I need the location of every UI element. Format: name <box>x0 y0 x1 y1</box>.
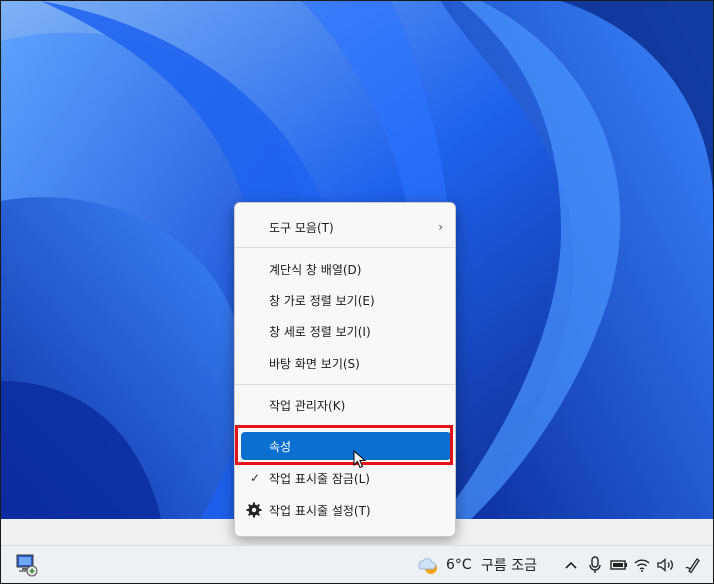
menu-item-cascade-windows[interactable]: 계단식 창 배열(D) <box>241 255 451 283</box>
gear-icon <box>246 502 262 518</box>
menu-item-label: 작업 표시줄 잠금(L) <box>269 471 370 486</box>
menu-item-label: 창 가로 정렬 보기(E) <box>269 293 375 308</box>
menu-item-label: 작업 관리자(K) <box>269 398 346 413</box>
menu-item-label: 작업 표시줄 설정(T) <box>269 503 371 518</box>
taskbar-context-menu: 도구 모음(T) › 계단식 창 배열(D) 창 가로 정렬 보기(E) 창 세… <box>234 202 456 537</box>
weather-partly-cloudy-icon[interactable] <box>413 546 443 583</box>
weather-temperature[interactable]: 6°C <box>446 546 476 583</box>
menu-item-label: 창 세로 정렬 보기(I) <box>269 324 371 339</box>
mouse-cursor-icon <box>353 450 367 469</box>
menu-item-label: 계단식 창 배열(D) <box>269 262 362 277</box>
pen-icon[interactable] <box>683 546 703 583</box>
battery-icon[interactable] <box>609 546 629 583</box>
menu-item-show-desktop[interactable]: 바탕 화면 보기(S) <box>241 349 451 377</box>
annotation-highlight-box <box>235 425 453 465</box>
menu-separator <box>235 384 455 385</box>
weather-description[interactable]: 구름 조금 <box>481 546 541 583</box>
taskbar[interactable]: 6°C 구름 조금 <box>1 545 713 583</box>
menu-item-show-stacked[interactable]: 창 가로 정렬 보기(E) <box>241 286 451 314</box>
menu-separator <box>235 247 455 248</box>
menu-item-taskbar-settings[interactable]: 작업 표시줄 설정(T) <box>241 496 451 524</box>
menu-item-label: 바탕 화면 보기(S) <box>269 356 360 371</box>
speaker-icon[interactable] <box>656 546 676 583</box>
network-computer-icon[interactable] <box>11 546 41 583</box>
menu-item-task-manager[interactable]: 작업 관리자(K) <box>241 391 451 419</box>
chevron-right-icon: › <box>438 220 443 234</box>
menu-item-toolbars[interactable]: 도구 모음(T) › <box>241 213 451 241</box>
menu-item-lock-taskbar[interactable]: ✓ 작업 표시줄 잠금(L) <box>241 464 451 492</box>
menu-item-label: 도구 모음(T) <box>269 220 334 235</box>
checkmark-icon: ✓ <box>250 471 261 485</box>
chevron-up-icon[interactable] <box>561 546 581 583</box>
screenshot-frame: 도구 모음(T) › 계단식 창 배열(D) 창 가로 정렬 보기(E) 창 세… <box>0 0 714 584</box>
menu-item-show-side-by-side[interactable]: 창 세로 정렬 보기(I) <box>241 317 451 345</box>
microphone-icon[interactable] <box>586 546 604 583</box>
wifi-icon[interactable] <box>633 546 651 583</box>
